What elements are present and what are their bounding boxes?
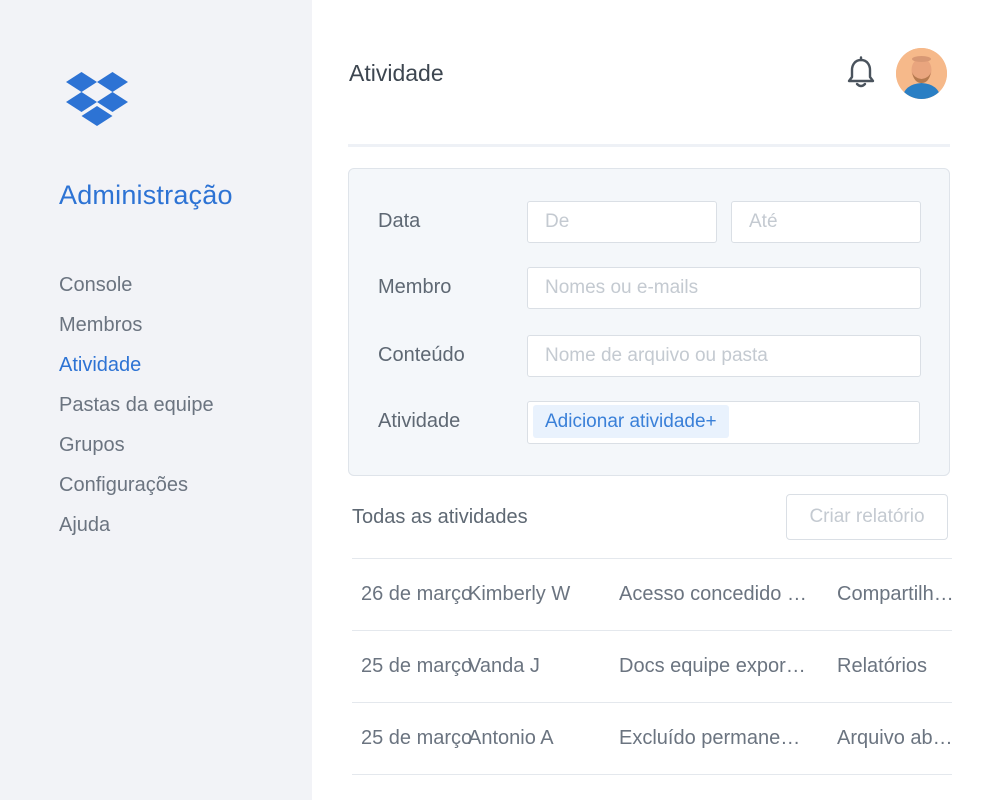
- date-to-input[interactable]: [731, 201, 921, 243]
- activity-table: 26 de março Kimberly W Acesso concedido …: [352, 558, 957, 775]
- row-date: 26 de março: [361, 583, 473, 605]
- content-label: Conteúdo: [378, 344, 465, 366]
- admin-title: Administração: [59, 180, 233, 210]
- create-report-button[interactable]: Criar relatório: [786, 494, 948, 540]
- row-date: 25 de março: [361, 655, 473, 677]
- table-row[interactable]: 25 de março Antonio A Excluído permanent…: [352, 702, 957, 775]
- row-date: 25 de março: [361, 727, 473, 749]
- sidebar-item-pastas-da-equipe[interactable]: Pastas da equipe: [59, 390, 214, 430]
- date-label: Data: [378, 210, 421, 232]
- add-activity-chip[interactable]: Adicionar atividade+: [533, 405, 729, 438]
- row-type: Relatórios: [837, 655, 928, 677]
- avatar-portrait-icon: [896, 48, 947, 99]
- main-content: Atividade Data Membro Conteúdo Atividade…: [312, 0, 990, 800]
- date-from-input[interactable]: [527, 201, 717, 243]
- dropbox-logo-icon[interactable]: [66, 72, 128, 128]
- sidebar-nav: Console Membros Atividade Pastas da equi…: [59, 270, 214, 550]
- header-divider: [348, 144, 950, 147]
- member-input[interactable]: [527, 267, 921, 309]
- sidebar-item-atividade[interactable]: Atividade: [59, 350, 214, 390]
- row-member: Vanda J: [468, 655, 540, 677]
- table-row[interactable]: 25 de março Vanda J Docs equipe exportad…: [352, 630, 952, 702]
- member-label: Membro: [378, 276, 452, 298]
- sidebar-item-console[interactable]: Console: [59, 270, 214, 310]
- content-input[interactable]: [527, 335, 921, 377]
- sidebar-item-grupos[interactable]: Grupos: [59, 430, 214, 470]
- row-type: Arquivo aberto: [837, 727, 957, 749]
- bell-icon[interactable]: [844, 56, 878, 90]
- user-avatar[interactable]: [896, 48, 947, 99]
- filter-panel: Data Membro Conteúdo Atividade Adicionar…: [348, 168, 950, 476]
- row-member: Kimberly W: [468, 583, 571, 605]
- page-title: Atividade: [349, 60, 444, 86]
- table-row[interactable]: 26 de março Kimberly W Acesso concedido …: [352, 558, 957, 630]
- row-action: Excluído permanentemente: [619, 727, 811, 749]
- row-action: Docs equipe exportados: [619, 655, 811, 677]
- sidebar-item-membros[interactable]: Membros: [59, 310, 214, 350]
- activity-input[interactable]: Adicionar atividade+: [527, 401, 920, 444]
- sidebar-item-configuracoes[interactable]: Configurações: [59, 470, 214, 510]
- activity-label: Atividade: [378, 410, 461, 432]
- row-member: Antonio A: [468, 727, 554, 749]
- results-title: Todas as atividades: [352, 506, 528, 528]
- row-type: Compartilhamento: [837, 583, 957, 605]
- sidebar: Administração Console Membros Atividade …: [0, 0, 312, 800]
- row-action: Acesso concedido a pasta: [619, 583, 811, 605]
- sidebar-item-ajuda[interactable]: Ajuda: [59, 510, 214, 550]
